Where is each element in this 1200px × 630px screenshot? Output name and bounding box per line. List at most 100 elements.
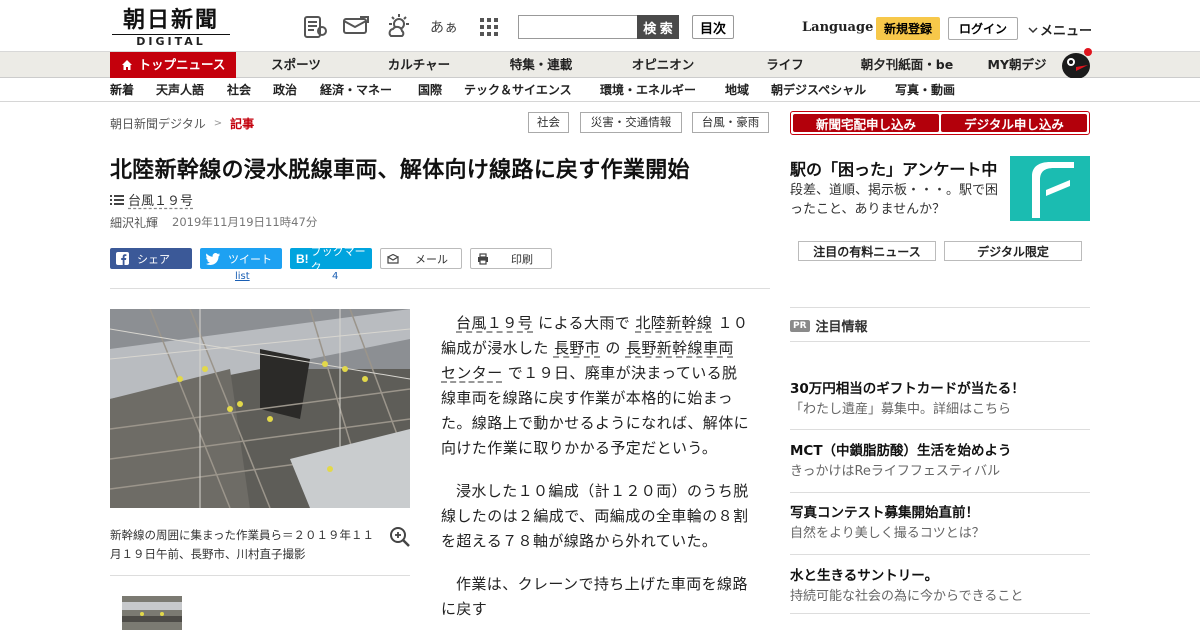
pr-item-title: 30万円相当のギフトカードが当たる！ <box>790 381 1025 397</box>
article-title: 北陸新幹線の浸水脱線車両、解体向け線路に戻す作業開始 <box>110 158 690 183</box>
pr-item-subtitle: 持続可能な社会の為に今からできること <box>790 589 1024 604</box>
nav2-politics[interactable]: 政治 <box>273 78 297 102</box>
divider <box>790 307 1090 308</box>
pr-item[interactable]: 水と生きるサントリー。 持続可能な社会の為に今からできること <box>790 567 1090 606</box>
mail-icon <box>387 253 399 264</box>
zoom-icon[interactable] <box>389 526 411 548</box>
article-paragraph-2: 浸水した１０編成（計１２０両）のうち脱線したのは２編成で、両編成の全車輪の８割を… <box>441 482 749 550</box>
nav-culture[interactable]: カルチャー <box>378 52 460 78</box>
chevron-down-icon <box>1028 26 1038 33</box>
subscription-buttons: 新聞宅配申し込み デジタル申し込み <box>790 111 1090 135</box>
twitter-icon <box>206 252 220 265</box>
photo-thumbnail[interactable] <box>122 596 182 630</box>
digital-only-button[interactable]: デジタル限定 <box>944 241 1082 261</box>
hatena-icon: B! <box>296 251 309 266</box>
print-button[interactable]: 印刷 <box>470 248 552 269</box>
nav2-tech[interactable]: テック＆サイエンス <box>464 78 572 102</box>
site-logo[interactable]: 朝日新聞 DIGITAL <box>112 7 230 48</box>
nav-my-asadigi[interactable]: MY朝デジ <box>982 52 1052 78</box>
twitter-count-link[interactable]: list <box>235 271 250 282</box>
breadcrumb-separator: > <box>213 118 223 129</box>
nav-opinion[interactable]: オピニオン <box>622 52 704 78</box>
mascot-icon[interactable] <box>1058 44 1094 80</box>
promo-logo-icon[interactable] <box>1010 156 1090 221</box>
site-header: 朝日新聞 DIGITAL あぁ 検 索 目次 Language 新規登録 ログイ… <box>0 0 1200 52</box>
pr-item-title: 水と生きるサントリー。 <box>790 568 939 584</box>
pr-badge: PR <box>790 319 810 332</box>
pr-item-subtitle: 「わたし遺産」募集中。詳細はこちら <box>790 402 1012 417</box>
mail-share-label: メール <box>415 252 448 266</box>
hatena-bookmark-button[interactable]: B! ブックマーク <box>290 245 372 274</box>
nav2-tenseijingo[interactable]: 天声人語 <box>156 78 204 102</box>
nav2-society[interactable]: 社会 <box>227 78 251 102</box>
twitter-share-button[interactable]: ツイート <box>200 248 282 269</box>
apps-grid-icon[interactable] <box>475 13 503 41</box>
series-link[interactable]: 台風１９号 <box>110 190 193 209</box>
divider <box>790 613 1090 614</box>
article-body: 台風１９号 による大雨で 北陸新幹線 １０編成が浸水した 長野市 の 長野新幹線… <box>441 311 749 630</box>
divider <box>790 341 1090 342</box>
chat-icon[interactable] <box>342 13 370 41</box>
keyword-link[interactable]: 北陸新幹線 <box>635 314 712 332</box>
tag-society[interactable]: 社会 <box>528 112 569 133</box>
keyword-link[interactable]: 台風１９号 <box>456 314 533 332</box>
digital-subscribe-button[interactable]: デジタル申し込み <box>941 114 1087 132</box>
twitter-share-label: ツイート <box>228 252 272 266</box>
search-input[interactable] <box>518 15 638 39</box>
font-size-icon[interactable]: あぁ <box>430 13 458 41</box>
nav-paper[interactable]: 朝夕刊紙面・be <box>855 52 959 78</box>
pr-item[interactable]: 写真コンテスト募集開始直前！ 自然をより美しく撮るコツとは？ <box>790 504 1090 543</box>
nav-top-news[interactable]: トップニュース <box>110 52 236 78</box>
nav2-environment[interactable]: 環境・エネルギー <box>600 78 696 102</box>
weather-icon[interactable] <box>385 13 413 41</box>
keyword-link[interactable]: 長野市 <box>554 339 600 357</box>
nav-sports[interactable]: スポーツ <box>256 52 336 78</box>
newspaper-subscribe-button[interactable]: 新聞宅配申し込み <box>793 114 939 132</box>
publish-date: 2019年11月19日11時47分 <box>172 215 318 229</box>
nav2-latest[interactable]: 新着 <box>110 78 134 102</box>
article-paragraph-3: 作業は、クレーンで持ち上げた車両を線路に戻す <box>441 575 748 618</box>
secondary-nav: 新着 天声人語 社会 政治 経済・マネー 国際 テック＆サイエンス 環境・エネル… <box>0 78 1200 102</box>
pr-heading: PR 注目情報 <box>790 316 868 335</box>
article-paragraph-1: 台風１９号 による大雨で 北陸新幹線 １０編成が浸水した 長野市 の 長野新幹線… <box>441 311 749 461</box>
logo-main-text: 朝日新聞 <box>122 7 219 33</box>
promo-text[interactable]: 段差、道順、掲示板・・・。駅で困ったこと、ありませんか？ <box>790 181 1005 219</box>
pr-item[interactable]: MCT（中鎖脂肪酸）生活を始めよう きっかけはReライフフェスティバル <box>790 442 1090 481</box>
nav-features[interactable]: 特集・連載 <box>500 52 582 78</box>
pr-item-subtitle: きっかけはReライフフェスティバル <box>790 464 1001 479</box>
nav2-photo-video[interactable]: 写真・動画 <box>895 78 955 102</box>
caption-divider <box>110 575 410 576</box>
menu-button[interactable]: メニュー <box>1028 20 1092 39</box>
pr-item-title: MCT（中鎖脂肪酸）生活を始めよう <box>790 443 1012 459</box>
pr-item[interactable]: 30万円相当のギフトカードが当たる！ 「わたし遺産」募集中。詳細はこちら <box>790 380 1090 419</box>
toc-button[interactable]: 目次 <box>692 15 734 39</box>
language-link[interactable]: Language <box>802 20 873 35</box>
nav2-special[interactable]: 朝デジスペシャル <box>771 78 866 102</box>
breadcrumb-current: 記事 <box>230 117 255 131</box>
nav2-international[interactable]: 国際 <box>418 78 442 102</box>
login-button[interactable]: ログイン <box>948 17 1018 40</box>
nav-life[interactable]: ライフ <box>745 52 825 78</box>
nav2-economy[interactable]: 経済・マネー <box>320 78 392 102</box>
menu-label: メニュー <box>1040 24 1093 39</box>
search-button[interactable]: 検 索 <box>637 15 679 39</box>
photo-caption: 新幹線の周囲に集まった作業員ら＝２０１９年１１月１９日午前、長野市、川村直子撮影 <box>110 528 375 561</box>
primary-nav: トップニュース スポーツ カルチャー 特集・連載 オピニオン ライフ 朝夕刊紙面… <box>0 52 1200 78</box>
logo-sub-text: DIGITAL <box>112 34 230 48</box>
paid-news-button[interactable]: 注目の有料ニュース <box>798 241 936 261</box>
promo-title[interactable]: 駅の「困った」アンケート中 <box>790 156 997 180</box>
register-button[interactable]: 新規登録 <box>876 17 940 40</box>
paragraph-text: による大雨で <box>533 314 636 332</box>
hatena-count[interactable]: 4 <box>332 271 338 282</box>
article-photo[interactable] <box>110 309 410 508</box>
nav2-region[interactable]: 地域 <box>725 78 749 102</box>
facebook-share-button[interactable]: シェア <box>110 248 192 269</box>
news-reader-icon[interactable] <box>301 13 329 41</box>
mail-share-button[interactable]: メール <box>380 248 462 269</box>
tag-disaster[interactable]: 災害・交通情報 <box>580 112 682 133</box>
tag-typhoon[interactable]: 台風・豪雨 <box>692 112 769 133</box>
byline: 細沢礼輝 2019年11月19日11時47分 <box>110 214 317 231</box>
pr-item-subtitle: 自然をより美しく撮るコツとは？ <box>790 526 985 541</box>
breadcrumb-root[interactable]: 朝日新聞デジタル <box>110 115 206 132</box>
list-icon <box>110 194 124 205</box>
